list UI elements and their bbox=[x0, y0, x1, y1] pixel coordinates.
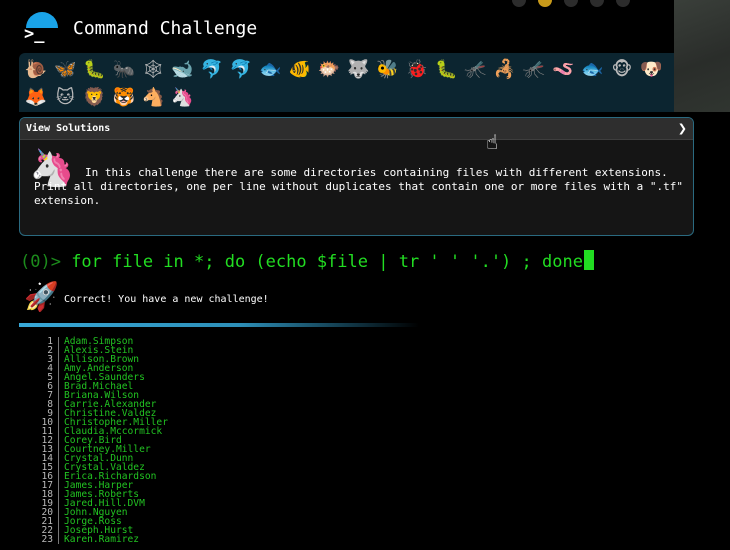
challenge-animal-icon[interactable]: 🐞 bbox=[404, 57, 430, 83]
line-number: 8 bbox=[30, 400, 59, 409]
challenge-animal-icon[interactable]: 🐠 bbox=[287, 57, 313, 83]
challenge-animal-icon[interactable]: 🦂 bbox=[492, 57, 518, 83]
prompt-counter: (0)> bbox=[20, 252, 61, 272]
challenge-animal-icon[interactable]: 🕸 bbox=[140, 57, 166, 83]
challenge-animal-icon[interactable]: 🐺 bbox=[345, 57, 371, 83]
line-number: 6 bbox=[30, 382, 59, 391]
command-input[interactable]: for file in *; do (echo $file | tr ' ' '… bbox=[61, 252, 583, 272]
output-divider bbox=[19, 323, 419, 327]
chevron-right-icon[interactable]: ❯ bbox=[678, 122, 687, 135]
line-number: 3 bbox=[30, 355, 59, 364]
output-text: Karen.Ramirez bbox=[64, 534, 140, 545]
challenge-animal-icon[interactable]: 🐬 bbox=[228, 57, 254, 83]
line-number: 23 bbox=[30, 535, 59, 544]
line-number: 5 bbox=[30, 373, 59, 382]
challenge-animal-icon[interactable]: 🦟 bbox=[462, 57, 488, 83]
output-line: 23 Karen.Ramirez bbox=[30, 534, 330, 545]
challenge-progress-strip: 🐌 🦋 🐛 🐜 🕸 🐋 🐬 🐬 🐟 🐠 🐡 🐺 🐝 🐞 🐛 🦟 🦂 🦟 🪱 🐟 🐵 🐶 🦊 🐱 🦁 🐯 🐴 🦄 bbox=[19, 53, 674, 112]
solutions-panel: View Solutions ❯ 🦄 In this challenge the… bbox=[19, 117, 694, 236]
challenge-animal-icon[interactable]: 🐵 bbox=[609, 57, 635, 83]
view-solutions-header[interactable]: View Solutions ❯ bbox=[20, 118, 693, 140]
top-toolbar-dots bbox=[512, 0, 642, 11]
challenge-animal-icon[interactable]: 🐯 bbox=[111, 85, 137, 111]
challenge-animal-icon[interactable]: 🐟 bbox=[257, 57, 283, 83]
challenge-animal-icon[interactable]: 🐋 bbox=[169, 57, 195, 83]
challenge-animal-icon[interactable]: 🐡 bbox=[316, 57, 342, 83]
toolbar-dot[interactable] bbox=[512, 0, 526, 7]
command-prompt[interactable]: (0)> for file in *; do (echo $file | tr … bbox=[20, 250, 594, 274]
line-number: 2 bbox=[30, 346, 59, 355]
toolbar-dot[interactable] bbox=[538, 0, 552, 7]
command-output: 1 Adam.Simpson 2 Alexis.Stein 3 Allison.Brown… bbox=[30, 337, 330, 545]
challenge-animal-icon[interactable]: 🐴 bbox=[140, 85, 166, 111]
toolbar-dot[interactable] bbox=[564, 0, 578, 7]
toolbar-dot[interactable] bbox=[616, 0, 630, 7]
challenge-animal-icon[interactable]: 🐱 bbox=[52, 85, 78, 111]
rocket-icon: 🚀 bbox=[24, 280, 59, 313]
challenge-animal-icon[interactable]: 🦊 bbox=[23, 85, 49, 111]
toolbar-dot[interactable] bbox=[590, 0, 604, 7]
challenge-animal-icon[interactable]: 🐛 bbox=[82, 57, 108, 83]
text-caret bbox=[583, 250, 594, 270]
challenge-animal-icon[interactable]: 🪱 bbox=[550, 57, 576, 83]
challenge-animal-icon[interactable]: 🐟 bbox=[580, 57, 606, 83]
view-solutions-title[interactable]: View Solutions bbox=[26, 123, 110, 134]
progress-row: 🐌 🦋 🐛 🐜 🕸 🐋 🐬 🐬 🐟 🐠 🐡 🐺 🐝 🐞 🐛 🦟 🦂 🦟 🪱 🐟 🐵 🐶 bbox=[23, 57, 668, 83]
line-number: 1 bbox=[30, 337, 59, 346]
challenge-description: In this challenge there are some directo… bbox=[34, 166, 684, 207]
result-message: Correct! You have a new challenge! bbox=[64, 294, 269, 305]
line-number: 7 bbox=[30, 391, 59, 400]
challenge-animal-icon[interactable]: 🦁 bbox=[82, 85, 108, 111]
challenge-animal-icon[interactable]: 🦋 bbox=[52, 57, 78, 83]
progress-row: 🦊 🐱 🦁 🐯 🐴 🦄 bbox=[23, 85, 199, 111]
hand-pointer-cursor-icon: ☝ bbox=[486, 130, 499, 154]
terminal-logo-icon[interactable]: >_ bbox=[24, 24, 48, 44]
challenge-animal-icon[interactable]: 🐜 bbox=[111, 57, 137, 83]
challenge-animal-icon[interactable]: 🐬 bbox=[199, 57, 225, 83]
window-corner-overlay bbox=[674, 0, 730, 112]
challenge-animal-icon[interactable]: 🦟 bbox=[521, 57, 547, 83]
challenge-animal-icon[interactable]: 🐶 bbox=[638, 57, 664, 83]
challenge-animal-icon[interactable]: 🐌 bbox=[23, 57, 49, 83]
app-title: Command Challenge bbox=[73, 18, 258, 39]
challenge-animal-icon[interactable]: 🦄 bbox=[169, 85, 195, 111]
challenge-animal-icon[interactable]: 🐝 bbox=[375, 57, 401, 83]
challenge-animal-icon[interactable]: 🐛 bbox=[433, 57, 459, 83]
line-number: 4 bbox=[30, 364, 59, 373]
